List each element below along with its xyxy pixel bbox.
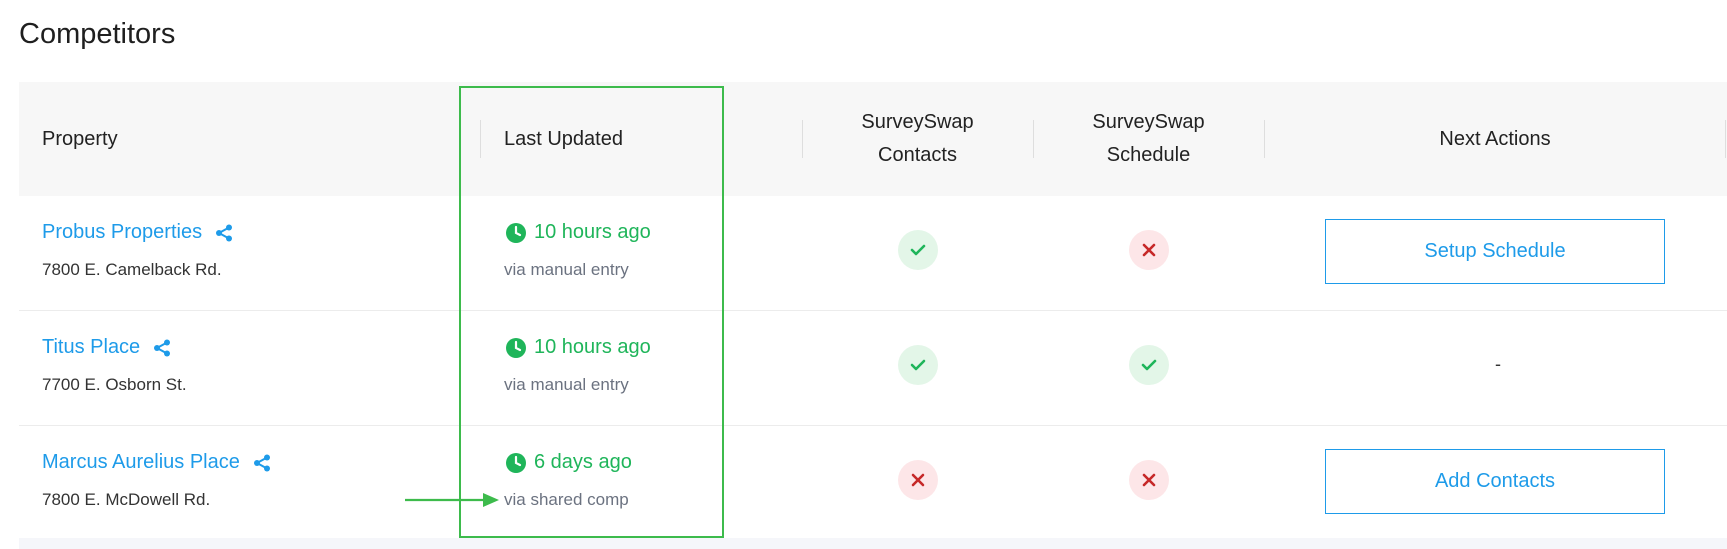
table-row: Probus Properties 7800 E. Camelback Rd. … bbox=[19, 196, 1727, 311]
header-surveyswap-schedule: SurveySwap Schedule bbox=[1033, 82, 1264, 196]
property-address: 7800 E. Camelback Rd. bbox=[42, 260, 222, 279]
table-row: Marcus Aurelius Place 7800 E. McDowell R… bbox=[19, 426, 1727, 541]
property-link[interactable]: Marcus Aurelius Place bbox=[42, 451, 271, 474]
schedule-status bbox=[1129, 230, 1169, 270]
table-header: Property Last Updated SurveySwap Contact… bbox=[19, 82, 1727, 196]
property-address: 7700 E. Osborn St. bbox=[42, 375, 187, 394]
table-row: Titus Place 7700 E. Osborn St. 10 hours … bbox=[19, 311, 1727, 426]
schedule-status bbox=[1129, 345, 1169, 385]
property-address: 7800 E. McDowell Rd. bbox=[42, 490, 211, 509]
share-icon[interactable] bbox=[253, 454, 271, 472]
x-icon bbox=[1142, 473, 1156, 487]
table-footer-strip bbox=[19, 538, 1727, 549]
contacts-status bbox=[898, 460, 938, 500]
setup-schedule-button[interactable]: Setup Schedule bbox=[1325, 219, 1665, 284]
header-contacts-line1: SurveySwap bbox=[861, 111, 974, 133]
competitors-table: Property Last Updated SurveySwap Contact… bbox=[19, 82, 1727, 549]
check-icon bbox=[910, 359, 926, 371]
highlight-box bbox=[459, 86, 724, 538]
property-name: Titus Place bbox=[42, 336, 141, 358]
header-property: Property bbox=[42, 127, 118, 150]
property-link[interactable]: Titus Place bbox=[42, 336, 171, 359]
schedule-status bbox=[1129, 460, 1169, 500]
add-contacts-button[interactable]: Add Contacts bbox=[1325, 449, 1665, 514]
contacts-status bbox=[898, 345, 938, 385]
check-icon bbox=[1141, 359, 1157, 371]
share-icon[interactable] bbox=[215, 224, 233, 242]
header-next-actions: Next Actions bbox=[1439, 127, 1551, 150]
property-name: Marcus Aurelius Place bbox=[42, 451, 240, 473]
contacts-status bbox=[898, 230, 938, 270]
header-schedule-line2: Schedule bbox=[1106, 144, 1191, 166]
no-action: - bbox=[1495, 354, 1501, 374]
property-name: Probus Properties bbox=[42, 221, 203, 243]
check-icon bbox=[910, 244, 926, 256]
x-icon bbox=[1142, 243, 1156, 257]
header-surveyswap-contacts: SurveySwap Contacts bbox=[802, 82, 1033, 196]
page-title: Competitors bbox=[19, 18, 176, 50]
property-link[interactable]: Probus Properties bbox=[42, 221, 233, 244]
x-icon bbox=[911, 473, 925, 487]
share-icon[interactable] bbox=[153, 339, 171, 357]
header-schedule-line1: SurveySwap bbox=[1092, 111, 1205, 133]
annotation-arrow-icon bbox=[405, 493, 499, 507]
header-divider bbox=[1725, 120, 1726, 158]
header-contacts-line2: Contacts bbox=[878, 144, 957, 166]
